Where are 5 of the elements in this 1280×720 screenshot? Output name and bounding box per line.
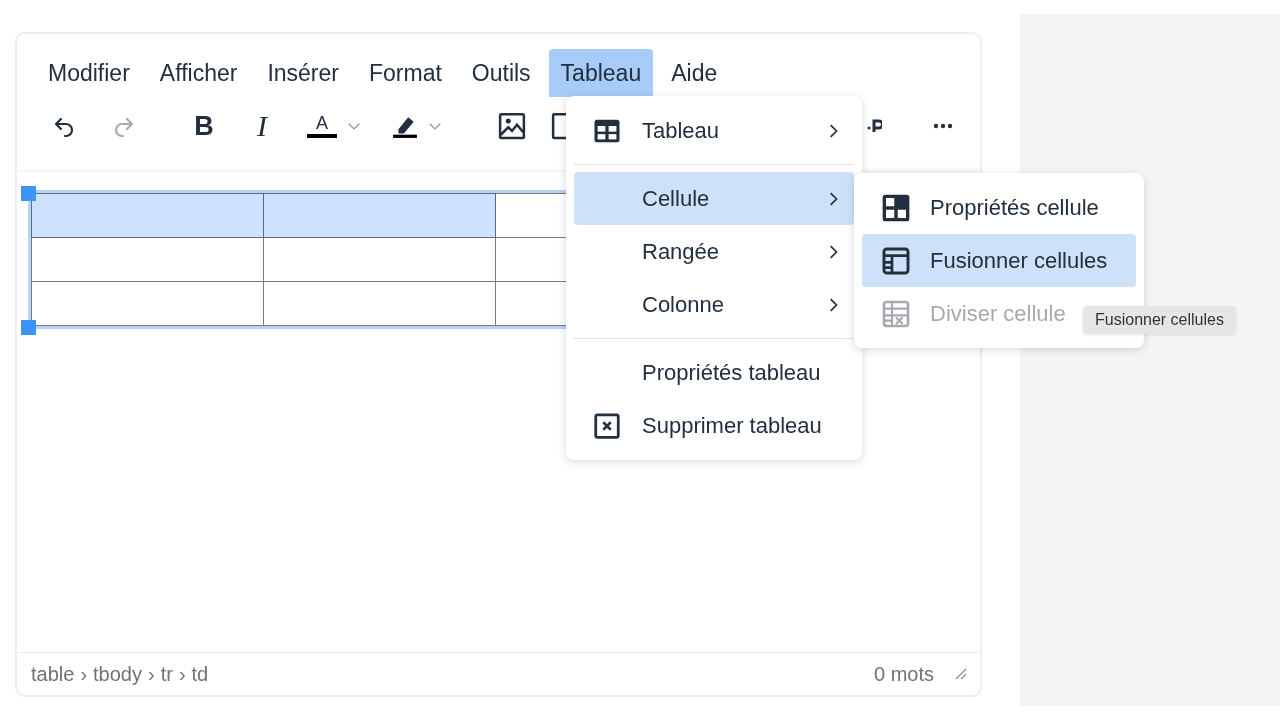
path-separator: › [148,662,155,686]
tooltip: Fusionner cellules [1083,306,1236,334]
path-separator: › [80,662,88,686]
word-count: 0 mots [873,662,934,686]
path-separator: › [178,662,186,686]
